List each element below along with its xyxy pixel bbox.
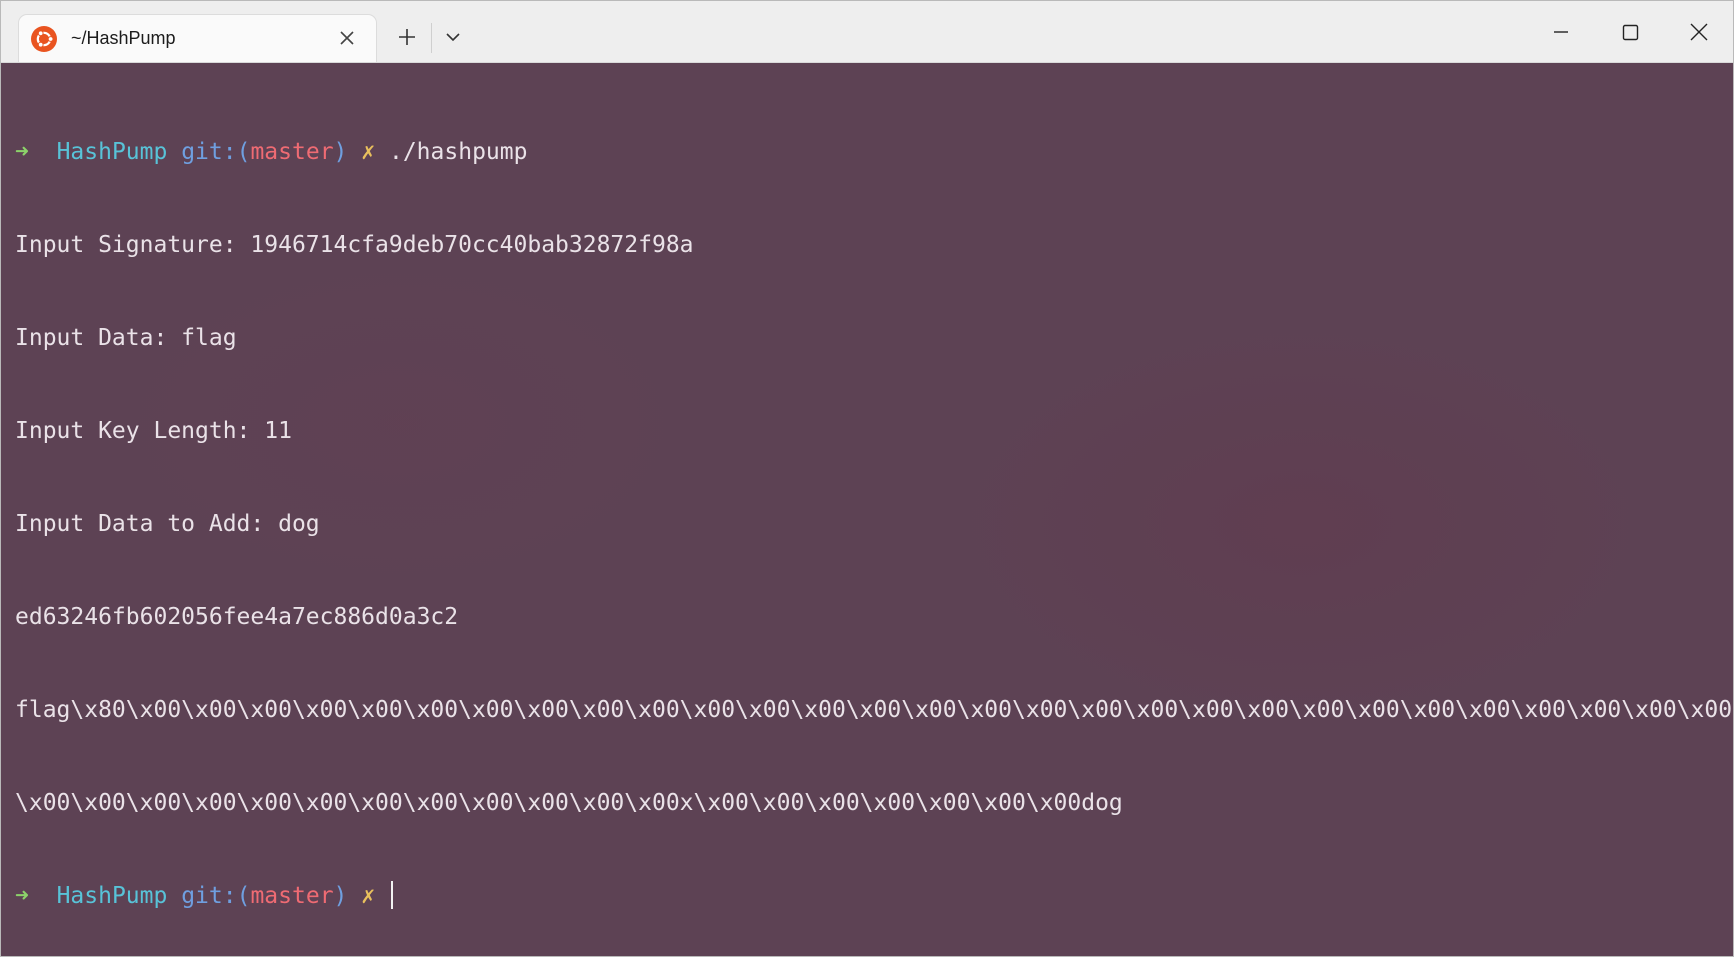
chevron-down-icon[interactable] <box>441 25 465 49</box>
command-text: ./hashpump <box>388 139 528 165</box>
terminal-output: ➜ HashPump git:(master) ✗ ./hashpump Inp… <box>15 75 1733 956</box>
output-line: \x00\x00\x00\x00\x00\x00\x00\x00\x00\x00… <box>15 790 1123 816</box>
tab-hashpump[interactable]: ~/HashPump <box>18 14 377 62</box>
prompt-git-close: ) <box>333 139 348 165</box>
prompt-arrow-icon: ➜ <box>15 139 29 165</box>
output-line: ed63246fb602056fee4a7ec886d0a3c2 <box>15 604 459 630</box>
maximize-icon[interactable] <box>1610 15 1650 49</box>
ubuntu-logo-icon <box>31 26 57 52</box>
plus-icon[interactable] <box>393 23 421 51</box>
prompt-directory: HashPump <box>56 883 168 909</box>
close-tab-icon[interactable] <box>338 29 356 47</box>
terminal-content[interactable]: ➜ HashPump git:(master) ✗ ./hashpump Inp… <box>1 63 1733 956</box>
output-line: Input Data to Add: dog <box>15 511 320 537</box>
output-line: Input Signature: 1946714cfa9deb70cc40bab… <box>15 232 694 258</box>
prompt-branch: master <box>250 883 334 909</box>
prompt-directory: HashPump <box>56 139 168 165</box>
prompt-arrow-icon: ➜ <box>15 883 29 909</box>
prompt-branch: master <box>250 139 334 165</box>
prompt-dirty-icon: ✗ <box>361 139 376 165</box>
minimize-icon[interactable] <box>1541 15 1581 49</box>
output-line: Input Data: flag <box>15 325 237 351</box>
prompt-git-close: ) <box>333 883 348 909</box>
prompt-git-open: git:( <box>181 883 251 909</box>
tab-divider <box>431 23 432 53</box>
close-icon[interactable] <box>1679 15 1719 49</box>
prompt-git-open: git:( <box>181 139 251 165</box>
output-line: flag\x80\x00\x00\x00\x00\x00\x00\x00\x00… <box>15 697 1733 723</box>
text-cursor <box>390 881 393 909</box>
prompt-line: ➜ HashPump git:(master) ✗ ./hashpump <box>15 137 1732 168</box>
prompt-line: ➜ HashPump git:(master) ✗ <box>15 881 1732 912</box>
title-bar: ~/HashPump <box>1 1 1733 63</box>
output-line: Input Key Length: 11 <box>15 418 292 444</box>
terminal-window: ~/HashPump ➜ HashPump git:(master) ✗ ./h… <box>0 0 1734 957</box>
prompt-dirty-icon: ✗ <box>361 883 376 909</box>
tab-title: ~/HashPump <box>71 28 176 48</box>
